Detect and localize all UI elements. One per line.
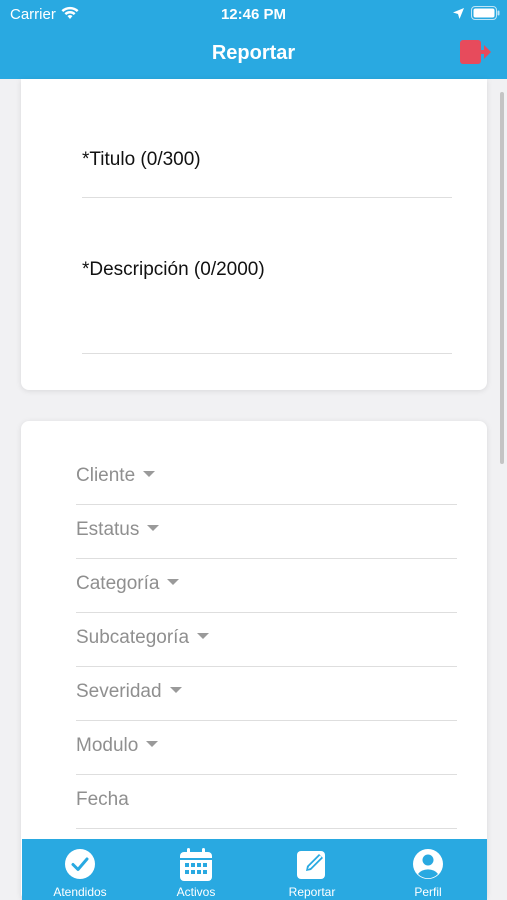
battery-icon bbox=[471, 6, 500, 20]
client-label: Cliente bbox=[76, 465, 156, 487]
status-dropdown[interactable]: Estatus bbox=[76, 505, 457, 559]
report-options-card: Cliente Estatus Categoría Subcategoría S… bbox=[21, 421, 487, 900]
description-field[interactable]: *Descripción (0/2000) bbox=[82, 254, 452, 354]
tab-reportar-label: Reportar bbox=[288, 885, 336, 899]
logout-icon[interactable] bbox=[459, 39, 492, 65]
app-header: Carrier 12:46 PM Reportar bbox=[0, 0, 507, 79]
tab-activos[interactable]: Activos bbox=[138, 839, 254, 900]
page-title: Reportar bbox=[211, 42, 296, 64]
bottom-tab-bar: Atendidos Activos Reportar Perfil bbox=[22, 839, 487, 900]
tab-perfil[interactable]: Perfil bbox=[370, 839, 486, 900]
caret-down-icon bbox=[197, 633, 210, 639]
client-dropdown[interactable]: Cliente bbox=[76, 451, 457, 505]
tab-activos-label: Activos bbox=[176, 885, 216, 899]
date-field[interactable]: Fecha bbox=[76, 775, 457, 829]
date-label: Fecha bbox=[76, 789, 129, 810]
caret-down-icon bbox=[167, 579, 180, 585]
status-label: Estatus bbox=[76, 519, 160, 541]
module-label: Modulo bbox=[76, 735, 159, 757]
description-field-label: *Descripción (0/2000) bbox=[82, 259, 265, 280]
tab-atendidos[interactable]: Atendidos bbox=[22, 839, 138, 900]
status-bar: Carrier 12:46 PM bbox=[0, 0, 507, 28]
location-arrow-icon bbox=[453, 8, 464, 19]
tab-reportar[interactable]: Reportar bbox=[254, 839, 370, 900]
tab-perfil-label: Perfil bbox=[414, 885, 442, 899]
scrollbar[interactable] bbox=[500, 92, 504, 464]
title-field-label: *Titulo (0/300) bbox=[82, 149, 201, 170]
edit-icon bbox=[297, 851, 325, 879]
check-circle-icon bbox=[65, 849, 95, 879]
caret-down-icon bbox=[143, 471, 156, 477]
report-form-card: *Titulo (0/300) *Descripción (0/2000) bbox=[21, 79, 487, 390]
subcategory-label: Subcategoría bbox=[76, 627, 210, 649]
title-field[interactable]: *Titulo (0/300) bbox=[82, 149, 452, 198]
user-icon bbox=[413, 849, 443, 879]
caret-down-icon bbox=[146, 741, 159, 747]
category-label: Categoría bbox=[76, 573, 180, 595]
subcategory-dropdown[interactable]: Subcategoría bbox=[76, 613, 457, 667]
category-dropdown[interactable]: Categoría bbox=[76, 559, 457, 613]
status-time: 12:46 PM bbox=[220, 6, 287, 23]
severity-dropdown[interactable]: Severidad bbox=[76, 667, 457, 721]
caret-down-icon bbox=[147, 525, 160, 531]
caret-down-icon bbox=[169, 687, 182, 693]
calendar-icon bbox=[180, 848, 212, 881]
severity-label: Severidad bbox=[76, 681, 182, 703]
tab-atendidos-label: Atendidos bbox=[53, 885, 107, 899]
module-dropdown[interactable]: Modulo bbox=[76, 721, 457, 775]
